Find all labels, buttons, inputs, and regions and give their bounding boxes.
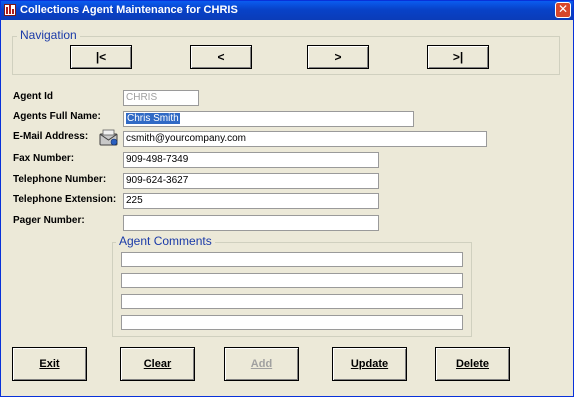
fax-label: Fax Number:: [13, 153, 75, 164]
email-envelope-icon[interactable]: [99, 129, 119, 147]
navigation-title: Navigation: [17, 28, 80, 42]
agent-id-field: CHRIS: [123, 90, 199, 106]
window-title: Collections Agent Maintenance for CHRIS: [20, 4, 238, 16]
agent-id-label: Agent Id: [13, 91, 53, 102]
exit-button[interactable]: Exit: [12, 347, 87, 381]
comment-line-4[interactable]: [121, 315, 463, 330]
extension-label: Telephone Extension:: [13, 194, 117, 205]
comment-line-1[interactable]: [121, 252, 463, 267]
full-name-label: Agents Full Name:: [13, 111, 101, 122]
first-record-button[interactable]: |<: [70, 45, 132, 69]
comments-title: Agent Comments: [116, 234, 215, 248]
email-field[interactable]: csmith@yourcompany.com: [123, 131, 487, 147]
fax-field[interactable]: 909-498-7349: [123, 152, 379, 168]
add-button: Add: [224, 347, 299, 381]
title-bar[interactable]: Collections Agent Maintenance for CHRIS …: [1, 1, 573, 20]
pager-field[interactable]: [123, 215, 379, 231]
clear-button[interactable]: Clear: [120, 347, 195, 381]
extension-field[interactable]: 225: [123, 193, 379, 209]
full-name-field[interactable]: Chris Smith: [123, 111, 414, 127]
email-label: E-Mail Address:: [13, 131, 89, 142]
previous-record-button[interactable]: <: [190, 45, 252, 69]
close-icon[interactable]: ✕: [555, 2, 571, 18]
comment-line-3[interactable]: [121, 294, 463, 309]
telephone-label: Telephone Number:: [13, 174, 107, 185]
last-record-button[interactable]: >|: [427, 45, 489, 69]
telephone-field[interactable]: 909-624-3627: [123, 173, 379, 189]
delete-button[interactable]: Delete: [435, 347, 510, 381]
update-button[interactable]: Update: [332, 347, 407, 381]
next-record-button[interactable]: >: [307, 45, 369, 69]
app-bars-icon: [4, 4, 16, 16]
main-window: Collections Agent Maintenance for CHRIS …: [0, 0, 574, 397]
full-name-value: Chris Smith: [126, 113, 180, 124]
comment-line-2[interactable]: [121, 273, 463, 288]
pager-label: Pager Number:: [13, 215, 85, 226]
